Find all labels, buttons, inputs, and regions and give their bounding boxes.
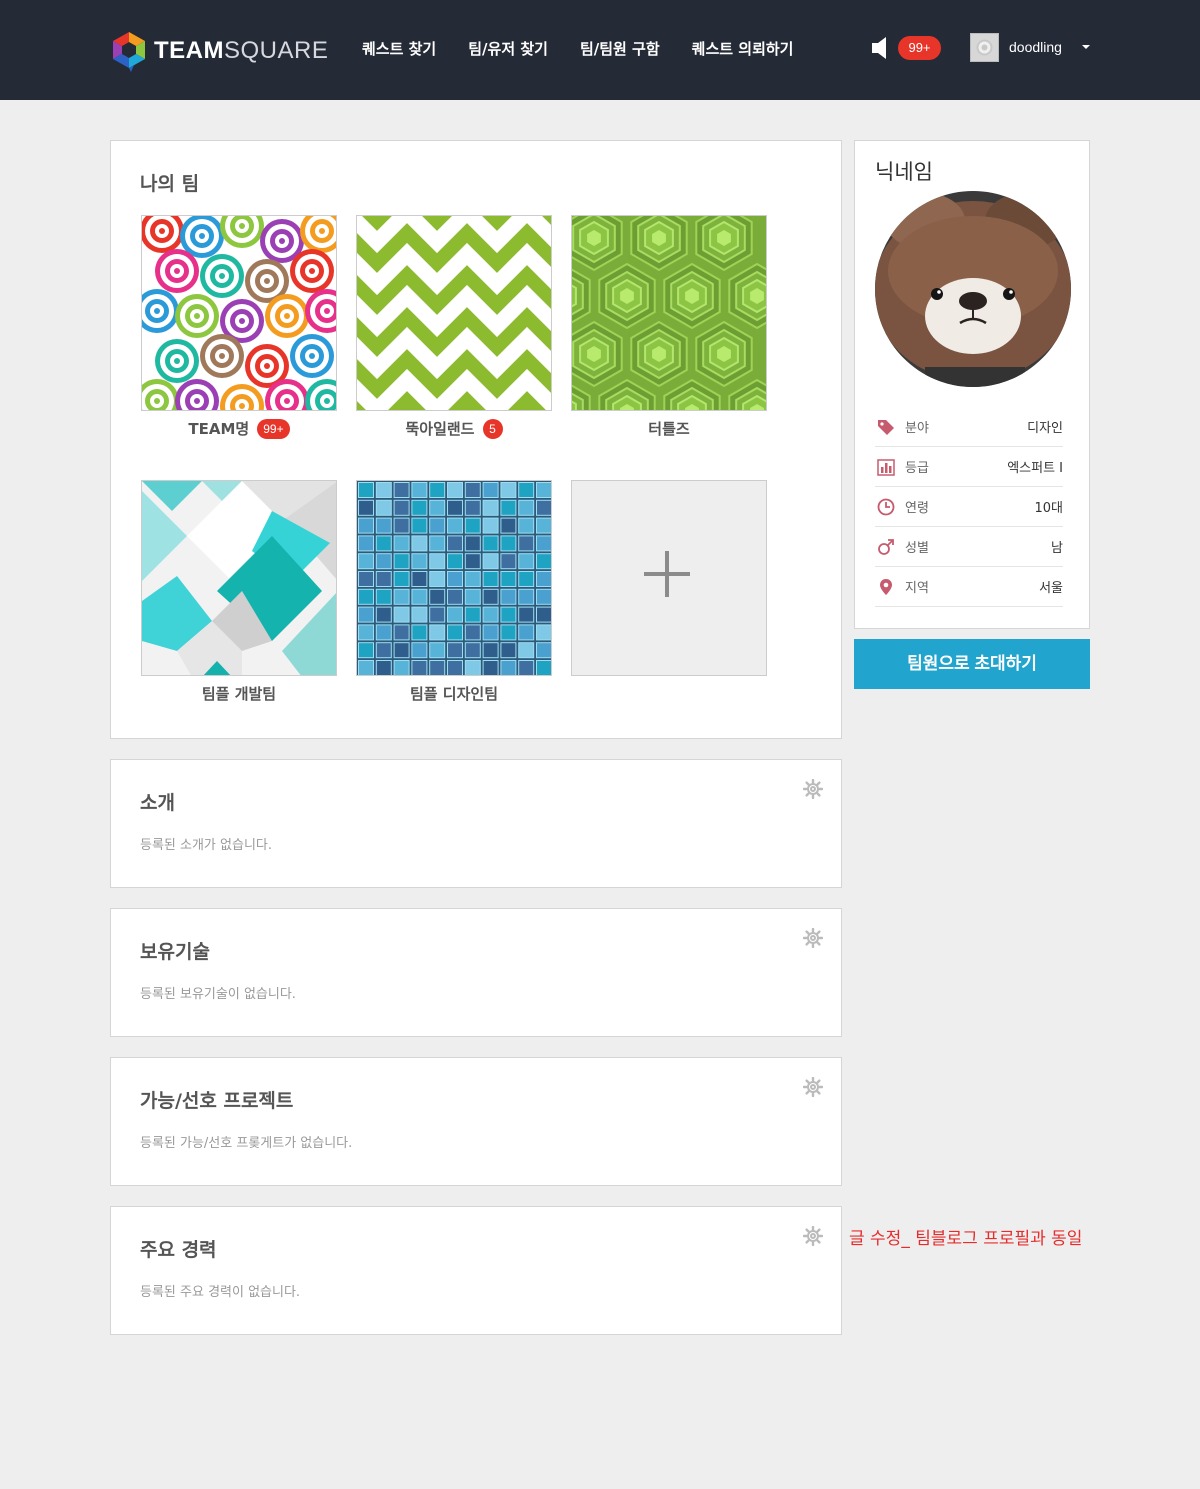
team-name-1: TEAM명 xyxy=(188,420,250,438)
skills-card: 보유기술 등록된 보유기술이 없습니다. xyxy=(110,908,842,1037)
profile-value-gender: 남 xyxy=(1051,541,1063,556)
gear-icon[interactable] xyxy=(803,1226,823,1246)
profile-row-grade: 등급 엑스퍼트 I xyxy=(875,447,1063,487)
team-label-3[interactable]: 터틀즈 xyxy=(571,418,767,439)
team-name-5: 팀플 디자인팀 xyxy=(409,685,499,703)
profile-value-grade: 엑스퍼트 I xyxy=(1007,461,1063,476)
profile-label-region: 지역 xyxy=(905,581,929,596)
intro-title: 소개 xyxy=(140,792,175,814)
top-header: TEAMSQUARE 퀘스트 찾기 팀/유저 찾기 팀/팀원 구함 퀘스트 의뢰… xyxy=(0,0,1200,100)
career-title: 주요 경력 xyxy=(140,1239,217,1261)
tag-icon xyxy=(878,419,894,435)
profile-row-age: 연령 10대 xyxy=(875,487,1063,527)
nav-recruit[interactable]: 팀/팀원 구함 xyxy=(580,38,660,59)
logo-mark-icon xyxy=(113,32,145,72)
profile-value-age: 10대 xyxy=(1034,501,1063,516)
profile-row-region: 지역 서울 xyxy=(875,567,1063,607)
profile-value-field: 디자인 xyxy=(1027,421,1063,436)
projects-card: 가능/선호 프로젝트 등록된 가능/선호 프롲게트가 없습니다. xyxy=(110,1057,842,1186)
profile-row-gender: 성별 남 xyxy=(875,527,1063,567)
skills-empty-text: 등록된 보유기술이 없습니다. xyxy=(140,987,296,1002)
user-avatar[interactable] xyxy=(970,33,999,62)
male-icon xyxy=(878,538,894,555)
team-tile-5[interactable] xyxy=(356,480,552,676)
avatar-placeholder-icon xyxy=(976,39,993,56)
bear-avatar-image xyxy=(875,191,1071,387)
team-tile-1[interactable] xyxy=(141,215,337,411)
team-name-2: 뚝아일랜드 xyxy=(405,420,475,438)
team-thumbnail-chevron xyxy=(357,216,551,410)
username[interactable]: doodling xyxy=(1009,39,1062,55)
speaker-icon[interactable] xyxy=(870,36,890,60)
logo-text: TEAMSQUARE xyxy=(154,37,328,65)
profile-value-region: 서울 xyxy=(1039,581,1063,596)
team-badge-1: 99+ xyxy=(257,418,290,439)
profile-label-grade: 등급 xyxy=(905,461,929,476)
team-label-5[interactable]: 팀플 디자인팀 xyxy=(356,683,552,704)
team-tile-3[interactable] xyxy=(571,215,767,411)
profile-label-gender: 성별 xyxy=(905,541,929,556)
projects-title: 가능/선호 프로젝트 xyxy=(140,1090,294,1112)
map-pin-icon xyxy=(880,578,892,595)
profile-row-field: 분야 디자인 xyxy=(875,407,1063,447)
nav-find-quest[interactable]: 퀘스트 찾기 xyxy=(362,38,436,59)
intro-empty-text: 등록된 소개가 없습니다. xyxy=(140,838,272,853)
clock-icon xyxy=(877,498,895,515)
profile-nickname: 닉네임 xyxy=(875,160,933,184)
projects-empty-text: 등록된 가능/선호 프롲게트가 없습니다. xyxy=(140,1136,353,1151)
career-card: 주요 경력 등록된 주요 경력이 없습니다. xyxy=(110,1206,842,1335)
gear-icon[interactable] xyxy=(803,928,823,948)
team-tile-4[interactable] xyxy=(141,480,337,676)
team-tile-2[interactable] xyxy=(356,215,552,411)
team-label-2[interactable]: 뚝아일랜드 5 xyxy=(356,418,552,439)
gear-icon[interactable] xyxy=(803,779,823,799)
editor-note: 글 수정_ 팀블로그 프로필과 동일 xyxy=(849,1229,1083,1249)
my-teams-title: 나의 팀 xyxy=(140,173,200,195)
team-name-3: 터틀즈 xyxy=(648,420,690,438)
skills-title: 보유기술 xyxy=(140,941,210,963)
caret-down-icon[interactable] xyxy=(1082,45,1090,49)
profile-label-age: 연령 xyxy=(905,501,929,516)
team-thumbnail-mosaic xyxy=(357,481,551,675)
add-team-button[interactable] xyxy=(571,480,767,676)
team-label-4[interactable]: 팀플 개발팀 xyxy=(141,683,337,704)
bar-chart-icon xyxy=(877,458,895,476)
profile-label-field: 분야 xyxy=(905,421,929,436)
profile-card: 닉네임 분야 디자인 등급 엑스퍼트 I 연령 10대 성별 남 지역 서울 xyxy=(854,140,1090,629)
team-thumbnail-hexagon xyxy=(572,216,766,410)
notification-badge[interactable]: 99+ xyxy=(898,36,941,60)
team-name-4: 팀플 개발팀 xyxy=(201,685,277,703)
logo[interactable]: TEAMSQUARE xyxy=(110,30,328,72)
logo-text-bold: TEAM xyxy=(154,37,224,64)
team-badge-2: 5 xyxy=(482,418,503,439)
intro-card: 소개 등록된 소개가 없습니다. xyxy=(110,759,842,888)
team-thumbnail-circles xyxy=(142,216,336,410)
nav-request-quest[interactable]: 퀘스트 의뢰하기 xyxy=(692,38,794,59)
team-thumbnail-diamonds xyxy=(142,481,336,675)
team-label-1[interactable]: TEAM명 99+ xyxy=(141,418,337,439)
gear-icon[interactable] xyxy=(803,1077,823,1097)
main-nav: 퀘스트 찾기 팀/유저 찾기 팀/팀원 구함 퀘스트 의뢰하기 xyxy=(362,38,825,59)
plus-icon xyxy=(644,551,690,597)
profile-avatar xyxy=(875,191,1071,387)
career-empty-text: 등록된 주요 경력이 없습니다. xyxy=(140,1285,301,1300)
nav-find-team-user[interactable]: 팀/유저 찾기 xyxy=(468,38,548,59)
invite-member-button[interactable]: 팀원으로 초대하기 xyxy=(854,639,1090,689)
my-teams-card: 나의 팀 TEAM명 99+ 뚝아일랜드 5 터틀즈 팀플 개발팀 팀플 디자인… xyxy=(110,140,842,739)
logo-text-light: SQUARE xyxy=(224,37,329,64)
